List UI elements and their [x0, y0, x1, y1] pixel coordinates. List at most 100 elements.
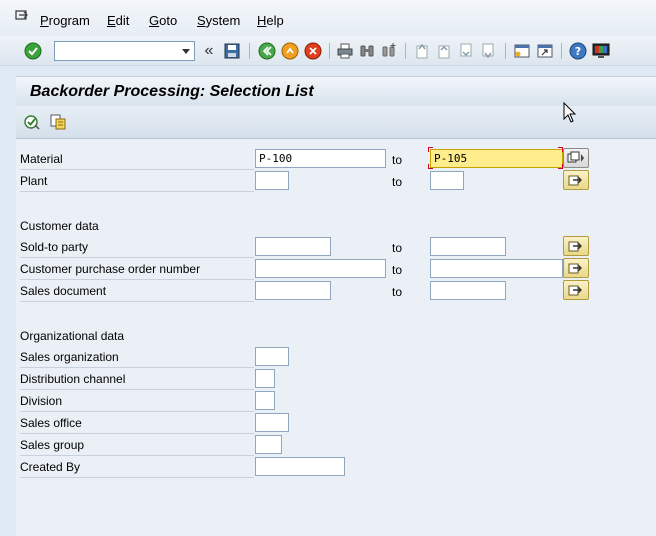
application-toolbar [16, 106, 656, 139]
sales-office-label: Sales office [20, 413, 254, 434]
exit-icon [281, 42, 299, 60]
menu-system[interactable]: System [197, 13, 240, 28]
multiple-selection-icon [568, 263, 582, 274]
organizational-data-heading: Organizational data [20, 329, 125, 343]
menu-program-rest: rogram [48, 13, 90, 28]
find-button[interactable] [357, 41, 377, 61]
material-to-input[interactable]: P-105 [430, 149, 563, 168]
menu-goto[interactable]: Goto [149, 13, 177, 28]
material-from-input[interactable]: P-100 [255, 149, 386, 168]
page-title: Backorder Processing: Selection List [30, 83, 314, 100]
division-input[interactable] [255, 391, 275, 410]
toolbar-separator [505, 43, 506, 59]
command-field[interactable] [54, 41, 195, 61]
focus-corner-marker [428, 164, 433, 169]
created-by-input[interactable] [255, 457, 345, 476]
sold-to-to-input[interactable] [430, 237, 506, 256]
menu-edit-key: E [107, 13, 116, 28]
next-page-button[interactable] [456, 41, 476, 61]
exit-button[interactable] [280, 41, 300, 61]
cancel-button[interactable] [303, 41, 323, 61]
distribution-channel-input[interactable] [255, 369, 275, 388]
binoculars-plus-icon [382, 43, 396, 57]
menu-system-key: S [197, 13, 206, 28]
customer-po-to-label: to [392, 263, 403, 277]
get-variant-button[interactable] [48, 112, 68, 132]
material-multiple-selection-button[interactable] [563, 148, 589, 168]
division-label: Division [20, 391, 254, 412]
menu-edit[interactable]: Edit [107, 13, 129, 28]
binoculars-icon [360, 45, 374, 57]
create-session-button[interactable] [512, 41, 532, 61]
execute-button[interactable] [22, 112, 42, 132]
toolbar-separator [561, 43, 562, 59]
menu-system-rest: ystem [205, 13, 241, 28]
customer-po-multiple-selection-button[interactable] [563, 258, 589, 278]
menu-program-key: P [40, 13, 49, 28]
sold-to-label: Sold-to party [20, 237, 254, 258]
menu-program[interactable]: Program [40, 13, 90, 28]
dropdown-arrow-icon[interactable] [182, 49, 190, 54]
shortcut-icon [537, 44, 553, 58]
toolbar-separator [249, 43, 250, 59]
last-page-icon [482, 43, 494, 59]
sales-document-multiple-selection-button[interactable] [563, 280, 589, 300]
sold-to-multiple-selection-button[interactable] [563, 236, 589, 256]
mouse-cursor-icon [563, 102, 577, 123]
menu-goto-rest: oto [159, 13, 178, 28]
help-button[interactable]: ? [568, 41, 588, 61]
toolbar-separator [329, 43, 330, 59]
material-label: Material [20, 149, 254, 170]
save-button[interactable] [222, 41, 242, 61]
menu-help-rest: elp [266, 13, 284, 28]
svg-text:?: ? [575, 45, 581, 58]
plant-from-input[interactable] [255, 171, 289, 190]
sold-to-to-label: to [392, 241, 403, 255]
plant-to-label: to [392, 175, 403, 189]
multiple-selection-icon [568, 241, 582, 252]
title-bar: Backorder Processing: Selection List [16, 76, 656, 106]
plant-to-input[interactable] [430, 171, 464, 190]
first-page-button[interactable] [412, 41, 432, 61]
menu-help-key: H [257, 13, 267, 28]
next-page-icon [460, 43, 472, 57]
multiple-selection-active-icon [567, 151, 584, 163]
new-session-icon [514, 44, 530, 58]
first-page-icon [416, 43, 428, 59]
variant-icon [50, 114, 66, 130]
customer-po-label: Customer purchase order number [20, 259, 254, 280]
double-chevron-icon: « [204, 42, 214, 59]
sales-document-to-input[interactable] [430, 281, 506, 300]
sales-organization-label: Sales organization [20, 347, 254, 368]
plant-multiple-selection-button[interactable] [563, 170, 589, 190]
customer-po-from-input[interactable] [255, 259, 386, 278]
sales-document-to-label: to [392, 285, 403, 299]
customer-po-to-input[interactable] [430, 259, 563, 278]
checkmark-icon [24, 42, 42, 60]
created-by-label: Created By [20, 457, 254, 478]
customize-layout-button[interactable] [591, 41, 611, 61]
material-to-label: to [392, 153, 403, 167]
cancel-icon [304, 42, 322, 60]
last-page-button[interactable] [478, 41, 498, 61]
sold-to-from-input[interactable] [255, 237, 331, 256]
menu-edit-rest: dit [115, 13, 130, 28]
menu-bar: Program Edit Goto System Help [0, 0, 656, 36]
print-button[interactable] [335, 41, 355, 61]
help-icon: ? [569, 42, 587, 60]
previous-page-button[interactable] [434, 41, 454, 61]
sales-office-input[interactable] [255, 413, 289, 432]
execute-icon [24, 115, 40, 130]
enter-button[interactable] [23, 41, 43, 61]
plant-label: Plant [20, 171, 254, 192]
hide-command-field-button[interactable]: « [201, 41, 217, 61]
find-next-button[interactable] [379, 41, 399, 61]
menu-help[interactable]: Help [257, 13, 284, 28]
sales-document-from-input[interactable] [255, 281, 331, 300]
sales-group-input[interactable] [255, 435, 282, 454]
system-menu-icon[interactable] [15, 10, 29, 22]
sales-organization-input[interactable] [255, 347, 289, 366]
toolbar-separator [405, 43, 406, 59]
back-button[interactable] [257, 41, 277, 61]
create-shortcut-button[interactable] [535, 41, 555, 61]
